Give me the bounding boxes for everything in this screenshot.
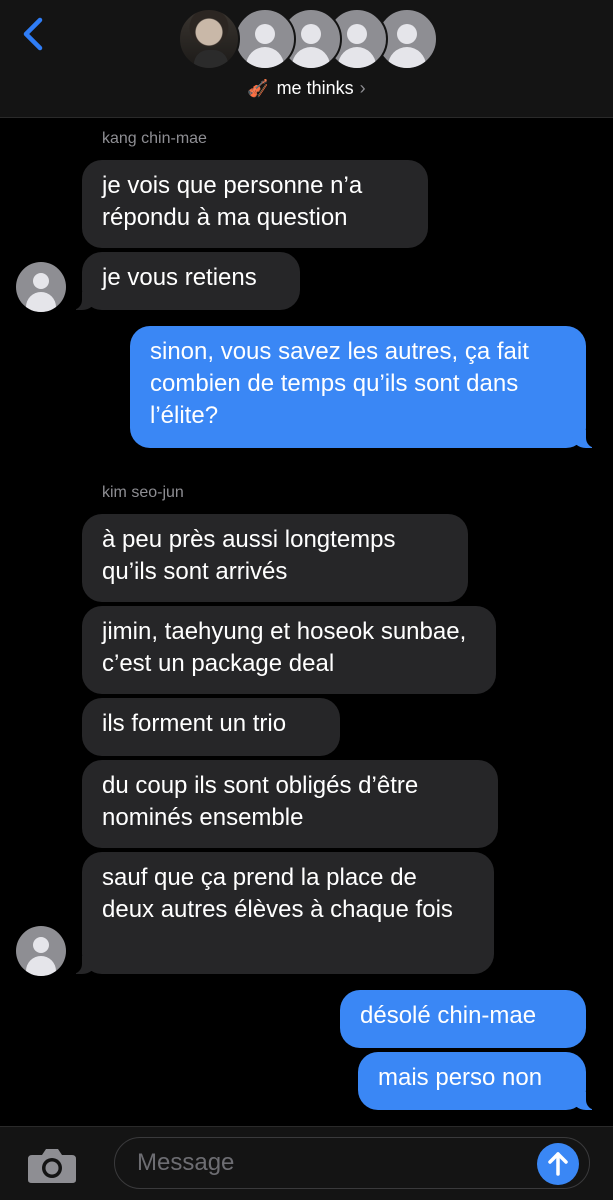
sender-avatar[interactable] — [16, 926, 66, 976]
incoming-message[interactable]: je vois que personne n’a répondu à ma qu… — [82, 160, 428, 248]
incoming-message[interactable]: à peu près aussi longtemps qu’ils sont a… — [82, 514, 468, 602]
sender-name: kang chin-mae — [102, 130, 207, 147]
arrow-up-icon — [548, 1152, 568, 1176]
conversation-header: 🎻 me thinks › — [0, 0, 613, 118]
chevron-left-icon[interactable] — [18, 14, 48, 54]
incoming-message[interactable]: jimin, taehyung et hoseok sunbae, c’est … — [82, 606, 496, 694]
outgoing-message[interactable]: sinon, vous savez les autres, ça fait co… — [130, 326, 598, 448]
send-button[interactable] — [537, 1143, 579, 1185]
outgoing-message[interactable]: mais perso non — [358, 1052, 598, 1110]
sender-avatar[interactable] — [16, 262, 66, 312]
chevron-right-icon: › — [359, 78, 366, 98]
group-photo-avatar — [178, 8, 240, 70]
incoming-message[interactable]: je vous retiens — [70, 252, 300, 310]
camera-icon[interactable] — [26, 1147, 78, 1185]
group-name-label: me thinks — [276, 78, 354, 98]
incoming-message[interactable]: sauf que ça prend la place de deux autre… — [70, 852, 494, 974]
message-input[interactable] — [114, 1137, 590, 1189]
sender-name: kim seo-jun — [102, 484, 184, 501]
outgoing-message[interactable]: désolé chin-mae — [340, 990, 586, 1048]
group-avatars[interactable] — [178, 8, 438, 74]
incoming-message[interactable]: du coup ils sont obligés d’être nominés … — [82, 760, 498, 848]
message-composer — [0, 1126, 613, 1200]
violin-icon: 🎻 — [247, 79, 269, 98]
member-avatar — [234, 8, 296, 70]
group-title[interactable]: 🎻 me thinks › — [0, 78, 613, 99]
incoming-message[interactable]: ils forment un trio — [82, 698, 340, 756]
